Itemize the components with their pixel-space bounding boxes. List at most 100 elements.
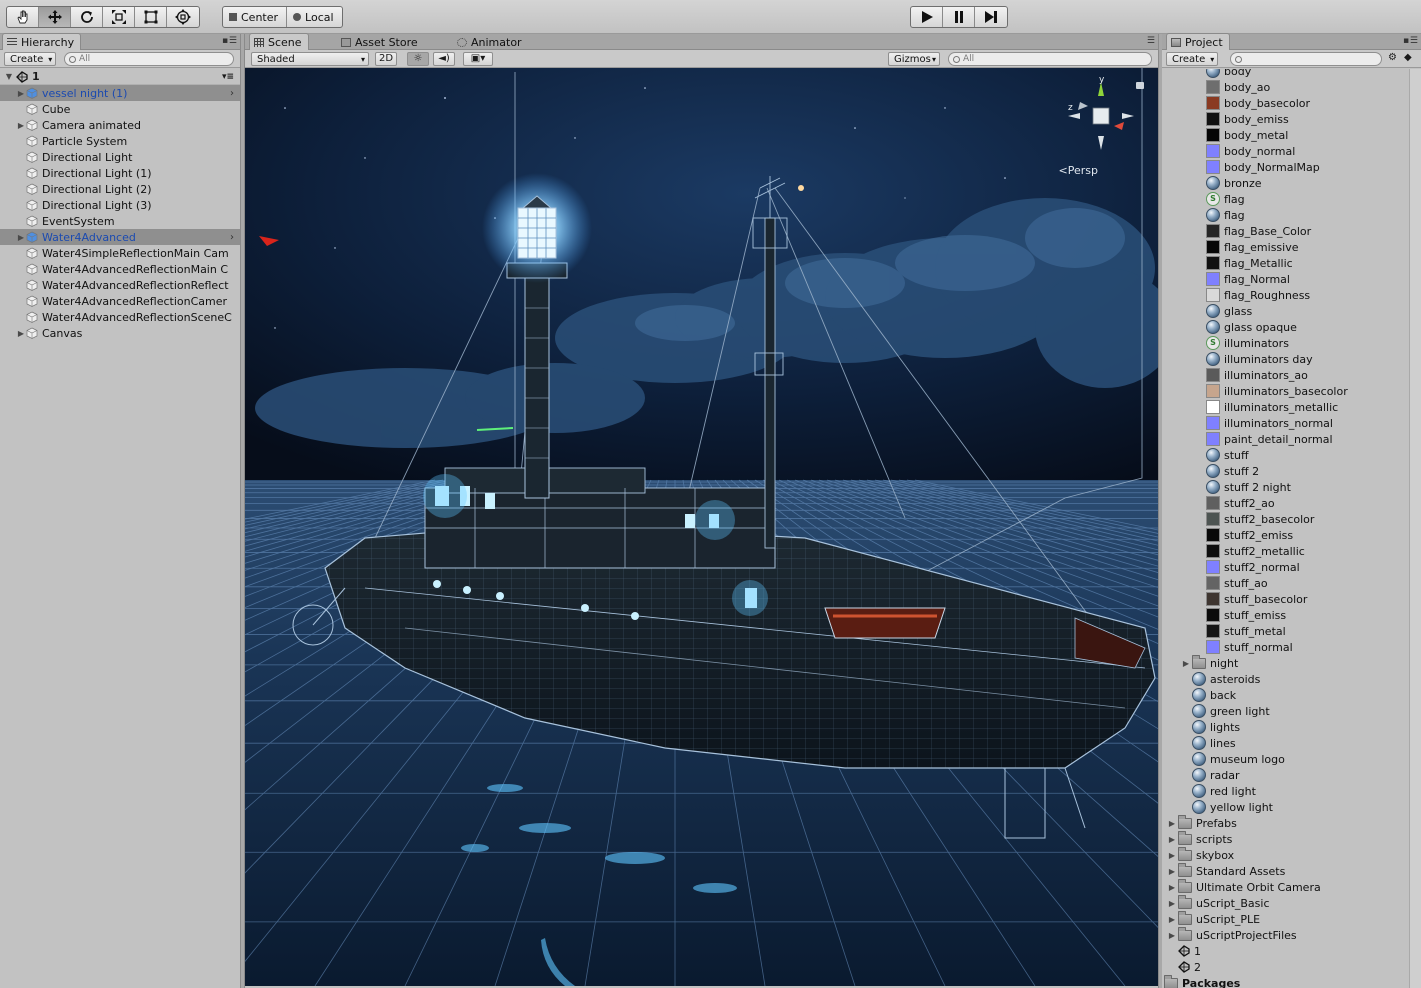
project-item[interactable]: bronze <box>1162 175 1421 191</box>
hierarchy-item[interactable]: Directional Light (2) <box>0 181 240 197</box>
expand-arrow-icon[interactable]: ▶ <box>1166 819 1178 828</box>
project-item[interactable]: green light <box>1162 703 1421 719</box>
project-item[interactable]: ▶ night <box>1162 654 1421 671</box>
lighting-toggle[interactable]: ☼ <box>407 52 429 66</box>
transform-tool-button[interactable] <box>167 7 199 27</box>
expand-arrow-icon[interactable]: ▶ <box>16 121 26 130</box>
project-item[interactable]: ▶ scripts <box>1162 830 1421 847</box>
hierarchy-item[interactable]: Cube <box>0 101 240 117</box>
hierarchy-item[interactable]: Directional Light (1) <box>0 165 240 181</box>
project-item[interactable]: red light <box>1162 783 1421 799</box>
project-item[interactable]: ▶ uScript_Basic <box>1162 894 1421 911</box>
project-item[interactable]: body_emiss <box>1162 111 1421 127</box>
project-item[interactable]: ▶ Prefabs <box>1162 814 1421 831</box>
project-item[interactable]: stuff <box>1162 447 1421 463</box>
hand-tool-button[interactable] <box>7 7 39 27</box>
project-item[interactable]: ▶Packages <box>1162 974 1421 988</box>
project-item[interactable]: Silluminators <box>1162 335 1421 351</box>
project-item[interactable]: flag_emissive <box>1162 239 1421 255</box>
expand-arrow-icon[interactable]: ▶ <box>1166 883 1178 892</box>
expand-arrow-icon[interactable]: ▶ <box>1166 915 1178 924</box>
project-item[interactable]: 2 <box>1162 959 1421 975</box>
project-item[interactable]: stuff2_ao <box>1162 495 1421 511</box>
filter-type-icon[interactable]: ⚙ <box>1388 52 1397 63</box>
project-item[interactable]: ▶ skybox <box>1162 846 1421 863</box>
expand-arrow-icon[interactable]: ▼ <box>4 72 14 81</box>
project-item[interactable]: museum logo <box>1162 751 1421 767</box>
hierarchy-create-dropdown[interactable]: Create <box>4 52 57 67</box>
project-item[interactable]: stuff 2 <box>1162 463 1421 479</box>
project-item[interactable]: illuminators_basecolor <box>1162 383 1421 399</box>
project-item[interactable]: paint_detail_normal <box>1162 431 1421 447</box>
projection-label[interactable]: <Persp <box>1059 164 1098 177</box>
project-item[interactable]: ▶ Standard Assets <box>1162 862 1421 879</box>
project-item[interactable]: body_basecolor <box>1162 95 1421 111</box>
rect-tool-button[interactable] <box>135 7 167 27</box>
filter-label-icon[interactable]: ◆ <box>1404 52 1412 63</box>
project-item[interactable]: flag_Base_Color <box>1162 223 1421 239</box>
draw-mode-dropdown[interactable]: Shaded <box>251 52 369 67</box>
project-item[interactable]: stuff2_basecolor <box>1162 511 1421 527</box>
pivot-center-toggle[interactable]: Center <box>223 7 288 27</box>
scene-menu-icon[interactable]: ▾≡ <box>222 72 234 82</box>
project-item[interactable]: flag_Metallic <box>1162 255 1421 271</box>
project-item[interactable]: ▶ Ultimate Orbit Camera <box>1162 878 1421 895</box>
project-item[interactable]: illuminators day <box>1162 351 1421 367</box>
project-item[interactable]: ▶ uScriptProjectFiles <box>1162 926 1421 943</box>
project-item[interactable]: flag_Normal <box>1162 271 1421 287</box>
scene-search-input[interactable]: All <box>948 52 1152 66</box>
expand-arrow-icon[interactable]: ▶ <box>1166 899 1178 908</box>
project-item[interactable]: stuff2_normal <box>1162 559 1421 575</box>
project-item[interactable]: stuff 2 night <box>1162 479 1421 495</box>
project-item[interactable]: ▶ uScript_PLE <box>1162 910 1421 927</box>
project-panel-menu-icon[interactable]: ▪ ☰ <box>1403 36 1418 46</box>
expand-arrow-icon[interactable]: ▶ <box>1166 867 1178 876</box>
project-item[interactable]: illuminators_ao <box>1162 367 1421 383</box>
project-item[interactable]: flag <box>1162 207 1421 223</box>
hierarchy-item[interactable]: Directional Light <box>0 149 240 165</box>
project-item[interactable]: flag_Roughness <box>1162 287 1421 303</box>
tab-animator[interactable]: Animator <box>453 34 528 50</box>
scene-panel-menu-icon[interactable]: ☰ <box>1147 36 1155 46</box>
effects-dropdown[interactable]: ▣▾ <box>463 52 493 66</box>
tab-hierarchy[interactable]: Hierarchy <box>2 33 82 51</box>
audio-toggle[interactable]: ◄) <box>433 52 455 66</box>
open-prefab-icon[interactable]: › <box>230 88 240 99</box>
hierarchy-item[interactable]: Water4AdvancedReflectionMain C <box>0 261 240 277</box>
project-search-input[interactable] <box>1230 52 1382 66</box>
tab-asset-store[interactable]: Asset Store <box>337 34 424 50</box>
hierarchy-item[interactable]: ▶ Water4Advanced › <box>0 229 240 245</box>
hierarchy-search-input[interactable]: All <box>64 52 234 66</box>
hierarchy-item[interactable]: EventSystem <box>0 213 240 229</box>
project-item[interactable]: lights <box>1162 719 1421 735</box>
project-item[interactable]: body_ao <box>1162 79 1421 95</box>
expand-arrow-icon[interactable]: ▶ <box>16 233 26 242</box>
hierarchy-item[interactable]: ▶ Canvas <box>0 325 240 341</box>
scene-root-row[interactable]: ▼ 1 ▾≡ <box>0 69 240 85</box>
hierarchy-item[interactable]: Water4SimpleReflectionMain Cam <box>0 245 240 261</box>
orientation-gizmo[interactable]: y z <box>1066 76 1136 168</box>
project-item[interactable]: body_NormalMap <box>1162 159 1421 175</box>
project-item[interactable]: radar <box>1162 767 1421 783</box>
play-button[interactable] <box>911 7 943 27</box>
gizmos-dropdown[interactable]: Gizmos <box>888 52 940 67</box>
hierarchy-item[interactable]: Water4AdvancedReflectionReflect <box>0 277 240 293</box>
project-item[interactable]: glass opaque <box>1162 319 1421 335</box>
project-item[interactable]: yellow light <box>1162 799 1421 815</box>
move-tool-button[interactable] <box>39 7 71 27</box>
tab-project[interactable]: Project <box>1166 33 1230 51</box>
project-item[interactable]: stuff_basecolor <box>1162 591 1421 607</box>
step-button[interactable] <box>975 7 1007 27</box>
project-item[interactable]: body <box>1162 69 1421 79</box>
pause-button[interactable] <box>943 7 975 27</box>
project-item[interactable]: lines <box>1162 735 1421 751</box>
expand-arrow-icon[interactable]: ▶ <box>1166 835 1178 844</box>
project-item[interactable]: asteroids <box>1162 671 1421 687</box>
hierarchy-item[interactable]: ▶ vessel night (1) › <box>0 85 240 101</box>
project-item[interactable]: glass <box>1162 303 1421 319</box>
hierarchy-item[interactable]: Particle System <box>0 133 240 149</box>
expand-arrow-icon[interactable]: ▶ <box>16 89 26 98</box>
pivot-local-toggle[interactable]: Local <box>287 7 342 27</box>
open-prefab-icon[interactable]: › <box>230 232 240 243</box>
project-create-dropdown[interactable]: Create <box>1166 52 1219 67</box>
